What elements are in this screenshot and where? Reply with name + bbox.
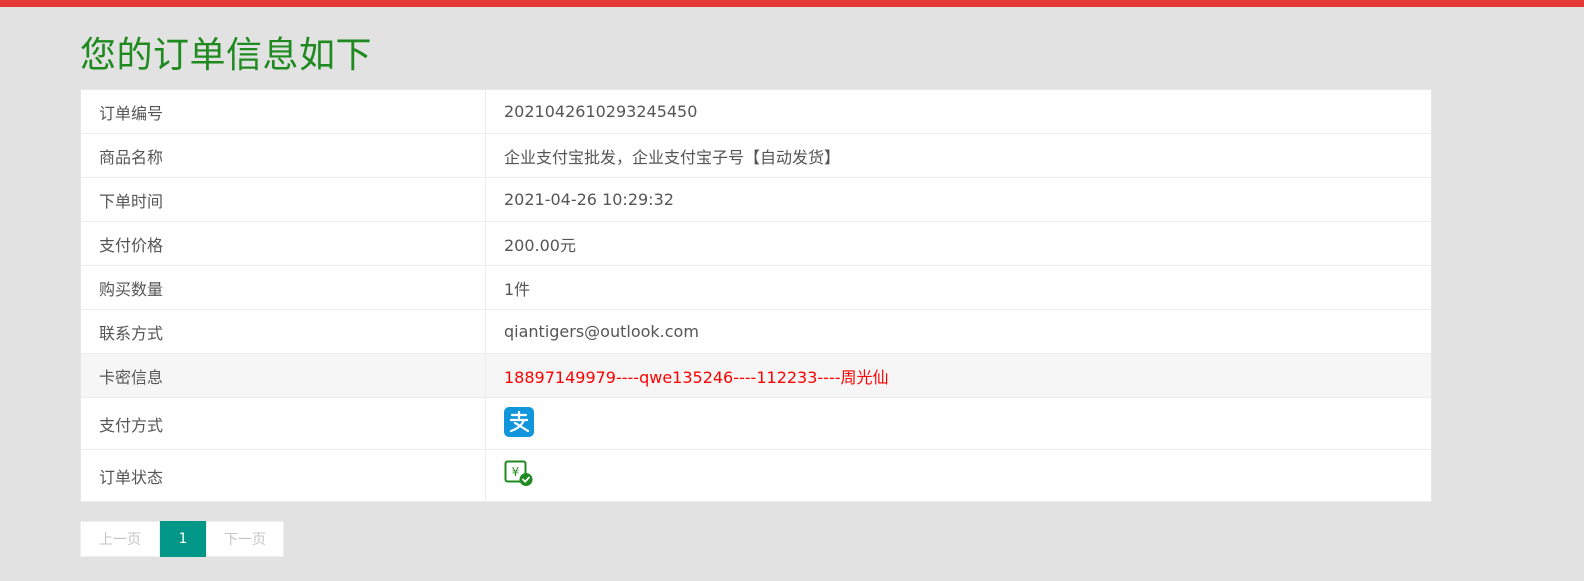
order-number-label: 订单编号	[80, 89, 486, 134]
payment-method-value	[485, 397, 1432, 450]
table-row: 下单时间 2021-04-26 10:29:32	[80, 177, 1432, 222]
table-row: 订单状态 ¥	[80, 449, 1432, 502]
price-value: 200.00元	[485, 221, 1432, 266]
table-row: 联系方式 qiantigers@outlook.com	[80, 309, 1432, 354]
pagination: 上一页 1 下一页	[80, 521, 284, 557]
top-accent-bar	[0, 0, 1584, 7]
table-row: 支付价格 200.00元	[80, 221, 1432, 266]
page-title: 您的订单信息如下	[80, 35, 373, 76]
paid-check-icon: ¥	[504, 460, 534, 492]
contact-value: qiantigers@outlook.com	[485, 309, 1432, 354]
price-label: 支付价格	[80, 221, 486, 266]
table-row: 支付方式	[80, 397, 1432, 450]
order-status-label: 订单状态	[80, 449, 486, 502]
order-number-value: 2021042610293245450	[485, 89, 1432, 134]
order-time-label: 下单时间	[80, 177, 486, 222]
table-row: 订单编号 2021042610293245450	[80, 89, 1432, 134]
table-row: 卡密信息 18897149979----qwe135246----112233-…	[80, 353, 1432, 398]
page-1-button[interactable]: 1	[160, 521, 206, 557]
table-row: 购买数量 1件	[80, 265, 1432, 310]
quantity-value: 1件	[485, 265, 1432, 310]
order-info-table: 订单编号 2021042610293245450 商品名称 企业支付宝批发，企业…	[80, 89, 1432, 502]
product-name-label: 商品名称	[80, 133, 486, 178]
table-row: 商品名称 企业支付宝批发，企业支付宝子号【自动发货】	[80, 133, 1432, 178]
prev-page-button[interactable]: 上一页	[80, 521, 160, 557]
order-time-value: 2021-04-26 10:29:32	[485, 177, 1432, 222]
payment-method-label: 支付方式	[80, 397, 486, 450]
product-name-value: 企业支付宝批发，企业支付宝子号【自动发货】	[485, 133, 1432, 178]
alipay-icon	[504, 406, 534, 441]
next-page-button[interactable]: 下一页	[206, 521, 284, 557]
contact-label: 联系方式	[80, 309, 486, 354]
card-info-label: 卡密信息	[80, 353, 486, 398]
order-status-value: ¥	[485, 449, 1432, 502]
svg-text:¥: ¥	[512, 465, 520, 479]
card-info-value: 18897149979----qwe135246----112233----周光…	[485, 353, 1432, 398]
quantity-label: 购买数量	[80, 265, 486, 310]
